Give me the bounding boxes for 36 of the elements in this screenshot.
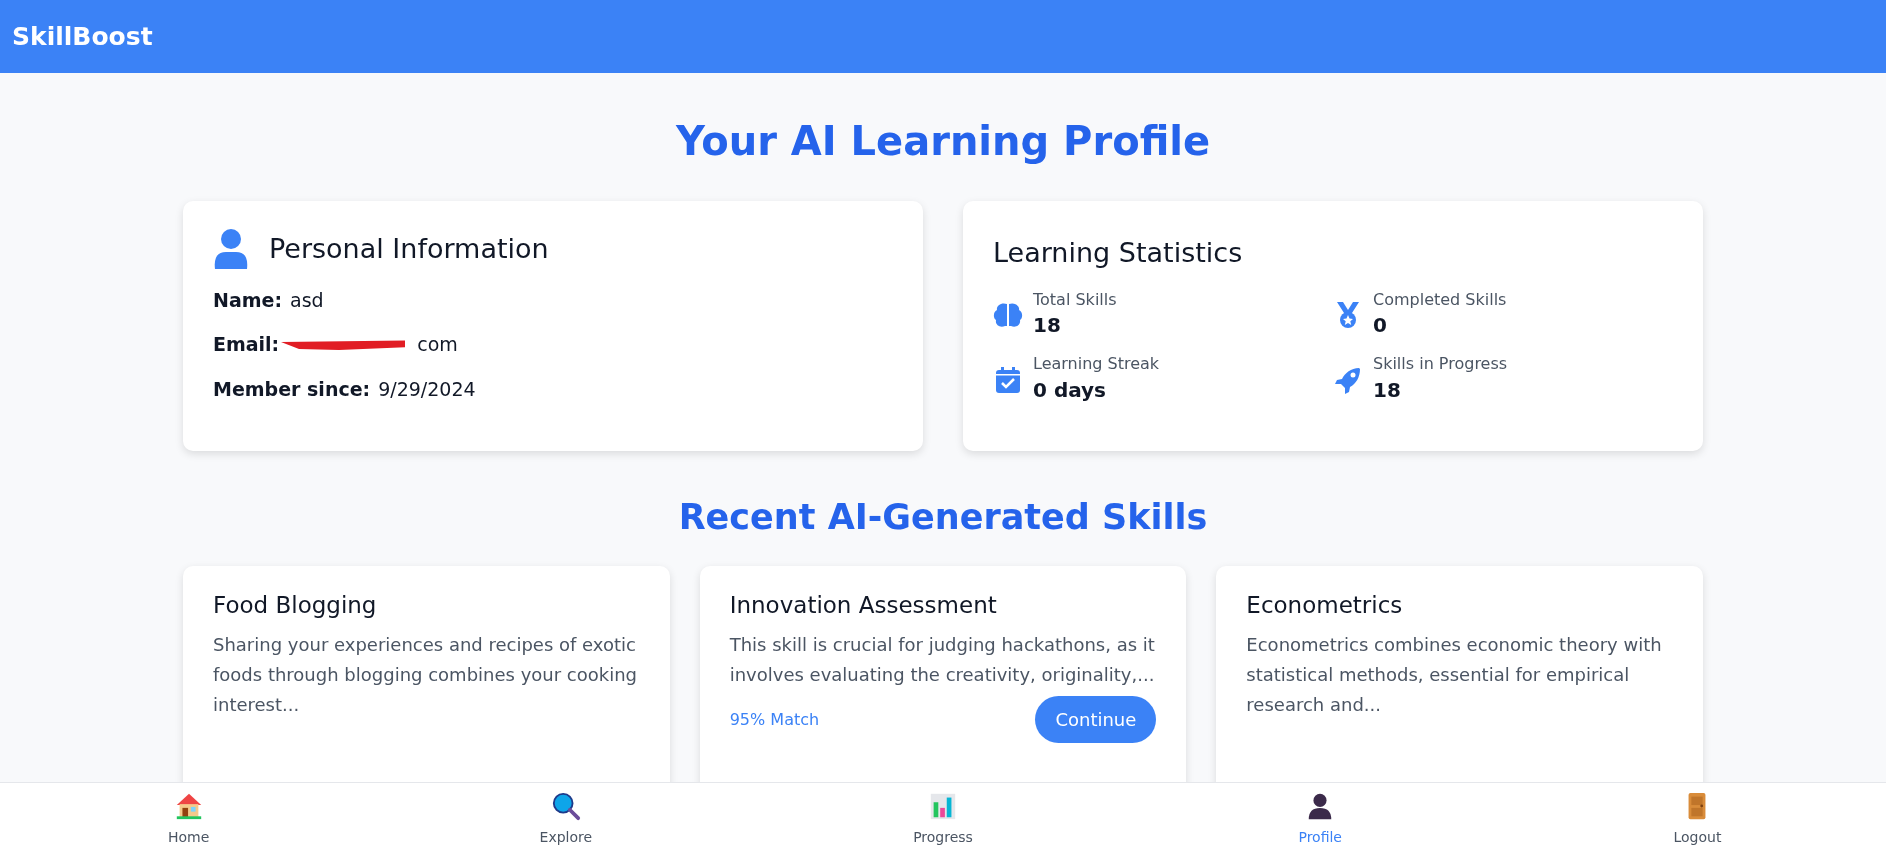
skill-title: Innovation Assessment [729, 590, 998, 620]
nav-tab[interactable]: Home [0, 783, 378, 851]
section-title: Recent AI-Generated Skills [677, 496, 1209, 539]
skill-description: Econometrics combines economic theory with statistical methods, essential for empirical research and... [1246, 633, 1663, 717]
field-value: 9/29/2024 [378, 376, 476, 402]
stat-value: 18 [1373, 377, 1402, 405]
card-title: Learning Statistics [993, 236, 1244, 270]
stat-value: 0 [1373, 312, 1388, 340]
field-value: asd [290, 287, 324, 313]
app-logo[interactable]: SkillBoost [12, 17, 153, 56]
stat-label: Skills in Progress [1373, 354, 1508, 376]
bar-chart-icon [928, 791, 958, 821]
field-label: Email: [213, 332, 280, 357]
skill-description: This skill is crucial for judging hackathons, as it involves evaluating the creativity, originality,... [729, 633, 1156, 687]
stat-value: 18 [1033, 312, 1062, 340]
calendar-icon [993, 364, 1023, 395]
user-icon [213, 229, 249, 270]
page-title: Your AI Learning Profile [674, 117, 1212, 166]
match-score: 95% Match [729, 708, 820, 731]
stat-value: 0 days [1033, 377, 1108, 405]
stat-label: Completed Skills [1373, 289, 1507, 311]
nav-tab[interactable]: Progress [754, 783, 1132, 851]
field-value: com [417, 333, 458, 355]
nav-tab[interactable]: Explore [377, 783, 755, 851]
nav-tab[interactable]: Profile [1131, 783, 1509, 851]
continue-button[interactable]: Continue [1035, 696, 1157, 743]
skill-description: Sharing your experiences and recipes of exotic foods through blogging combines your cooking interest... [213, 633, 638, 717]
skill-title: Food Blogging [213, 590, 378, 620]
card-title: Personal Information [269, 232, 549, 266]
magnifier-icon [550, 791, 581, 821]
stat-label: Learning Streak [1033, 354, 1160, 376]
stat-label: Total Skills [1033, 289, 1117, 311]
field-label: Name: [213, 287, 282, 313]
field-label: Member since: [213, 376, 371, 402]
nav-tab[interactable]: Logout [1508, 783, 1886, 851]
skill-title: Econometrics [1246, 590, 1404, 620]
